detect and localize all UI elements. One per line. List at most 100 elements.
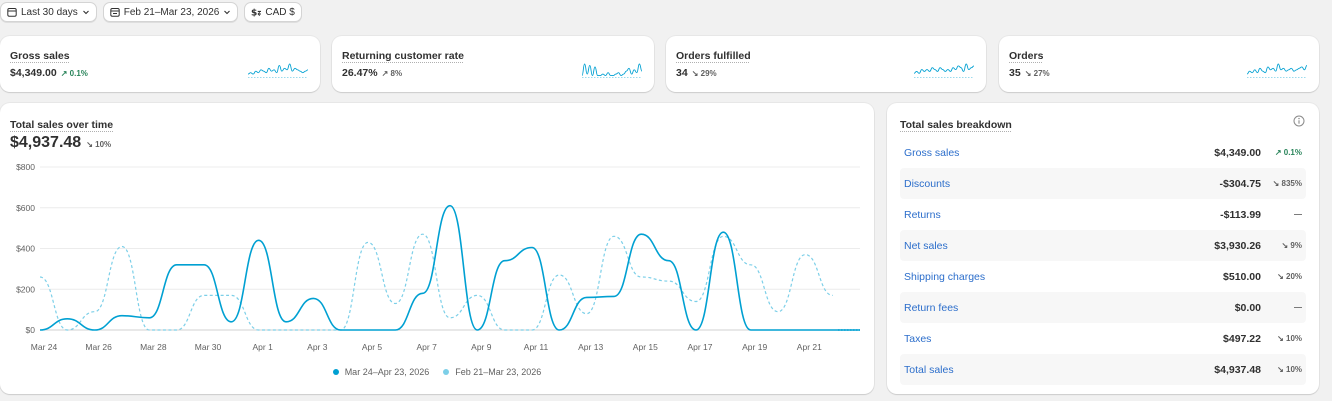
breakdown-delta: — <box>1294 303 1302 312</box>
breakdown-delta: ↘ 835% <box>1272 179 1302 188</box>
breakdown-link[interactable]: Gross sales <box>904 147 1214 159</box>
breakdown-row-return-fees: Return fees $0.00 — <box>900 292 1306 323</box>
breakdown-row-net-sales: Net sales $3,930.26 ↘ 9% <box>900 230 1306 261</box>
x-tick-label: Apr 13 <box>578 342 603 352</box>
breakdown-row-taxes: Taxes $497.22 ↘ 10% <box>900 323 1306 354</box>
sparkline-path <box>914 63 974 74</box>
kpi-card-returning-customer-rate[interactable]: Returning customer rate 26.47% ↗ 8% <box>332 36 654 92</box>
breakdown-value: $0.00 <box>1234 301 1261 314</box>
chart-legend: Mar 24–Apr 23, 2026 Feb 21–Mar 23, 2026 <box>0 367 874 377</box>
breakdown-delta: ↘ 10% <box>1277 334 1302 343</box>
breakdown-link[interactable]: Net sales <box>904 240 1214 252</box>
compare-range-button[interactable]: Feb 21–Mar 23, 2026 <box>102 2 239 22</box>
calendar-compare-icon <box>110 8 120 17</box>
x-tick-label: Apr 19 <box>742 342 767 352</box>
y-tick-label: $800 <box>16 162 35 172</box>
kpi-delta: ↘ 29% <box>691 69 717 78</box>
kpi-value: $4,349.00 <box>10 67 57 79</box>
x-tick-label: Apr 11 <box>524 342 549 352</box>
sparkline-path <box>582 63 642 77</box>
legend-item-previous[interactable]: Feb 21–Mar 23, 2026 <box>443 367 541 377</box>
breakdown-value: $497.22 <box>1223 332 1261 345</box>
breakdown-delta: ↗ 0.1% <box>1274 148 1302 157</box>
kpi-delta: ↗ 8% <box>381 69 403 78</box>
sparkline <box>248 63 308 78</box>
breakdown-delta: ↘ 10% <box>1277 365 1302 374</box>
legend-dot <box>443 369 450 375</box>
compare-range-label: Feb 21–Mar 23, 2026 <box>123 6 220 18</box>
x-tick-label: Mar 26 <box>85 342 112 352</box>
breakdown-row-shipping-charges: Shipping charges $510.00 ↘ 20% <box>900 261 1306 292</box>
legend-item-current[interactable]: Mar 24–Apr 23, 2026 <box>332 367 430 377</box>
breakdown-link[interactable]: Shipping charges <box>904 271 1223 283</box>
y-tick-label: $200 <box>16 284 35 294</box>
breakdown-title[interactable]: Total sales breakdown <box>900 119 1012 131</box>
filter-toolbar: Last 30 days Feb 21–Mar 23, 2026 $⇄ CAD … <box>0 2 302 22</box>
x-tick-label: Apr 9 <box>471 342 492 352</box>
x-tick-label: Apr 21 <box>797 342 822 352</box>
y-tick-label: $600 <box>16 203 35 213</box>
chevron-down-icon <box>82 10 89 15</box>
kpi-title: Returning customer rate <box>342 50 464 62</box>
kpi-card-orders[interactable]: Orders 35 ↘ 27% <box>999 36 1319 92</box>
breakdown-value: $3,930.26 <box>1214 239 1261 252</box>
sales-over-time-card: Total sales over time $4,937.48 ↘ 10% $0 $… <box>0 103 874 394</box>
chevron-down-icon <box>224 10 231 15</box>
breakdown-value: $4,349.00 <box>1214 146 1261 159</box>
breakdown-value: -$113.99 <box>1220 208 1261 221</box>
calendar-icon <box>7 8 17 17</box>
sparkline-path <box>248 63 308 75</box>
breakdown-row-total-sales: Total sales $4,937.48 ↘ 10% <box>900 354 1306 385</box>
kpi-value: 35 <box>1009 67 1021 79</box>
x-tick-label: Apr 7 <box>417 342 438 352</box>
kpi-value: 26.47% <box>342 67 378 79</box>
date-range-button[interactable]: Last 30 days <box>0 2 97 22</box>
kpi-delta: ↘ 27% <box>1024 69 1050 78</box>
breakdown-row-gross-sales: Gross sales $4,349.00 ↗ 0.1% <box>900 137 1306 168</box>
breakdown-row-returns: Returns -$113.99 — <box>900 199 1306 230</box>
sparkline <box>914 63 974 78</box>
legend-dot <box>332 369 339 375</box>
breakdown-link[interactable]: Return fees <box>904 302 1235 314</box>
breakdown-delta: ↘ 20% <box>1277 272 1302 281</box>
kpi-title: Orders fulfilled <box>676 50 751 62</box>
breakdown-link[interactable]: Taxes <box>904 333 1223 345</box>
currency-button[interactable]: $⇄ CAD $ <box>244 2 302 22</box>
x-tick-label: Apr 3 <box>307 342 328 352</box>
kpi-card-orders-fulfilled[interactable]: Orders fulfilled 34 ↘ 29% <box>666 36 986 92</box>
breakdown-delta: — <box>1294 210 1302 219</box>
kpi-value: 34 <box>676 67 688 79</box>
sales-line-chart[interactable]: $0 $200 $400 $600 $800 Mar 24 Mar 26 Mar 28 Mar … <box>0 103 874 394</box>
x-tick-label: Apr 17 <box>687 342 712 352</box>
breakdown-link[interactable]: Returns <box>904 209 1220 221</box>
kpi-title: Orders <box>1009 50 1044 62</box>
x-tick-label: Apr 5 <box>362 342 383 352</box>
svg-text:$⇄: $⇄ <box>251 9 261 18</box>
currency-exchange-icon: $⇄ <box>251 9 261 18</box>
legend-label: Feb 21–Mar 23, 2026 <box>455 367 542 377</box>
series-line-current-period <box>39 204 860 331</box>
x-tick-label: Apr 1 <box>253 342 274 352</box>
breakdown-link[interactable]: Total sales <box>904 364 1214 376</box>
legend-label: Mar 24–Apr 23, 2026 <box>344 367 430 377</box>
currency-label: CAD $ <box>265 6 295 18</box>
breakdown-value: -$304.75 <box>1219 177 1261 190</box>
x-tick-label: Mar 30 <box>195 342 222 352</box>
y-tick-label: $0 <box>26 325 36 335</box>
breakdown-delta: ↘ 9% <box>1281 241 1303 250</box>
sales-breakdown-card: Total sales breakdown Gross sales $4,349… <box>887 103 1319 394</box>
info-icon[interactable] <box>1293 115 1305 127</box>
breakdown-link[interactable]: Discounts <box>904 178 1220 190</box>
sparkline-path <box>1247 63 1307 75</box>
sparkline <box>1247 63 1307 78</box>
breakdown-row-discounts: Discounts -$304.75 ↘ 835% <box>900 168 1306 199</box>
breakdown-value: $4,937.48 <box>1214 363 1261 376</box>
kpi-card-gross-sales[interactable]: Gross sales $4,349.00 ↗ 0.1% <box>0 36 320 92</box>
kpi-delta: ↗ 0.1% <box>60 69 88 78</box>
kpi-title: Gross sales <box>10 50 70 62</box>
date-range-label: Last 30 days <box>21 6 78 18</box>
x-tick-label: Mar 24 <box>31 342 58 352</box>
sparkline <box>582 63 642 78</box>
y-tick-label: $400 <box>16 244 35 254</box>
x-tick-label: Apr 15 <box>633 342 658 352</box>
